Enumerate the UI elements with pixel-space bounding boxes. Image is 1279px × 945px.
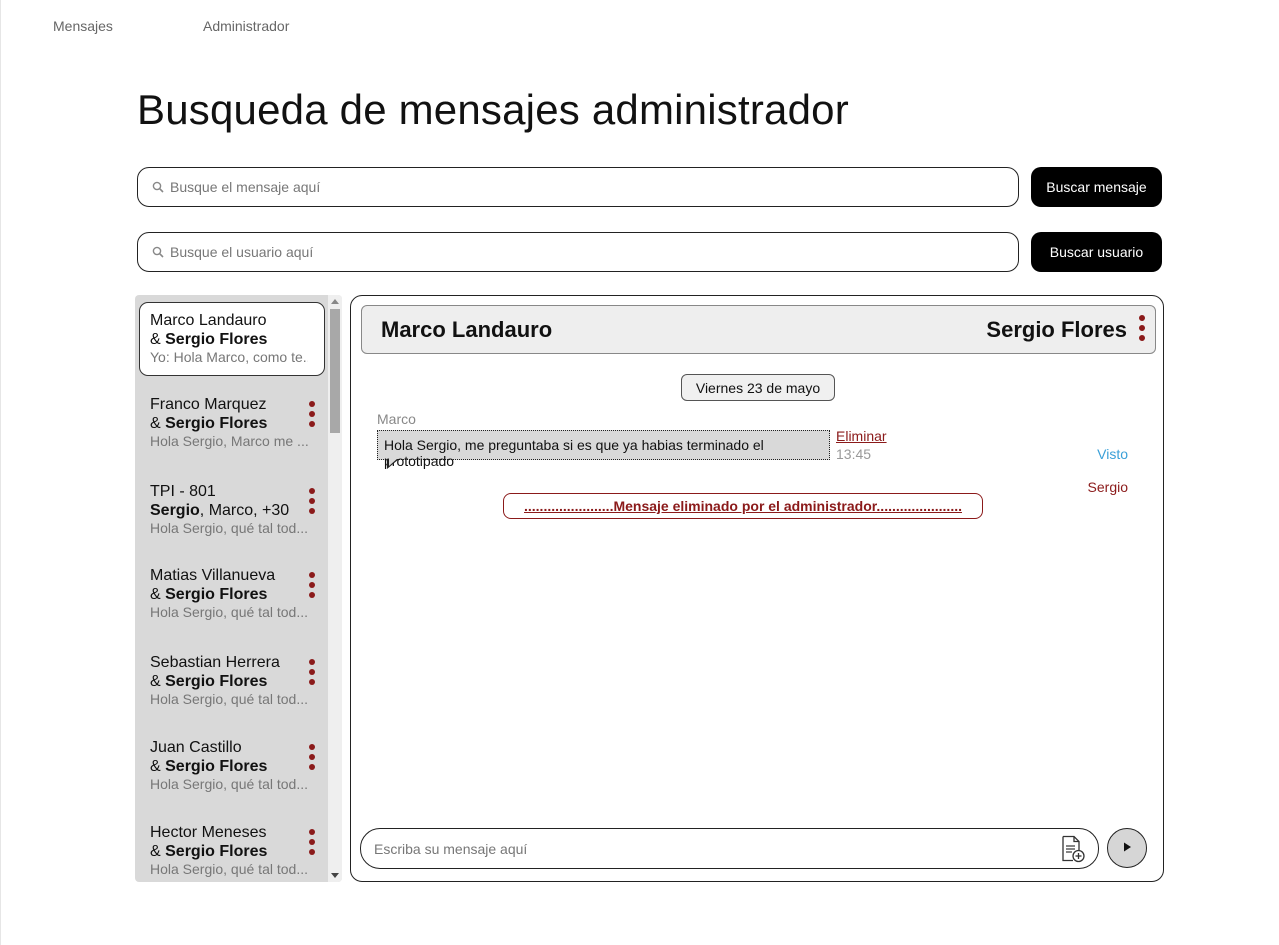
more-vertical-icon[interactable] <box>309 488 315 522</box>
send-icon <box>1121 841 1133 856</box>
scroll-up-icon[interactable] <box>331 299 339 304</box>
scroll-down-icon[interactable] <box>331 873 339 878</box>
user-search-input[interactable] <box>170 244 1018 260</box>
user-search-row: Buscar usuario <box>137 232 1163 272</box>
chat-left-participant: Marco Landauro <box>381 317 553 342</box>
conversation-participants: & Sergio Flores <box>150 586 268 603</box>
conversation-preview: Hola Sergio, qué tal tod... <box>150 776 308 792</box>
conversation-participants: Sergio, Marco, +30 <box>150 502 290 519</box>
conversation-title: Franco Marquez <box>150 396 267 413</box>
more-vertical-icon[interactable] <box>309 572 315 606</box>
more-vertical-icon[interactable] <box>309 829 315 863</box>
conversation-title: Sebastian Herrera <box>150 654 280 671</box>
scroll-thumb[interactable] <box>330 309 340 433</box>
message-sender: Sergio <box>1087 479 1128 495</box>
conversation-title: TPI - 801 <box>150 483 216 500</box>
conversation-preview: Hola Sergio, qué tal tod... <box>150 861 308 877</box>
more-vertical-icon[interactable] <box>309 659 315 693</box>
conversation-preview: Hola Sergio, qué tal tod... <box>150 691 308 707</box>
search-message-button[interactable]: Buscar mensaje <box>1031 167 1162 207</box>
conversation-item[interactable]: TPI - 801 Sergio, Marco, +30 Hola Sergio… <box>139 474 325 548</box>
more-vertical-icon[interactable] <box>1139 315 1145 349</box>
attach-file-icon[interactable] <box>1058 834 1088 864</box>
message-time: 13:45 <box>836 446 872 462</box>
send-button[interactable] <box>1107 828 1147 868</box>
message-search-box[interactable] <box>137 167 1019 207</box>
conversation-preview: Hola Sergio, Marco me ... <box>150 433 308 449</box>
conversation-item[interactable]: Marco Landauro & Sergio Flores Yo: Hola … <box>139 302 325 376</box>
message-composer[interactable] <box>360 828 1099 869</box>
page-title: Busqueda de mensajes administrador <box>137 86 849 133</box>
conversation-preview: Hola Sergio, qué tal tod... <box>150 604 308 620</box>
conversation-title: Juan Castillo <box>150 739 242 756</box>
conversation-scrollbar[interactable] <box>328 295 342 882</box>
message-search-row: Buscar mensaje <box>137 167 1163 207</box>
search-user-button[interactable]: Buscar usuario <box>1031 232 1162 272</box>
conversation-participants: & Sergio Flores <box>150 673 268 690</box>
conversation-preview: Yo: Hola Marco, como te... <box>150 349 308 365</box>
conversation-item[interactable]: Juan Castillo & Sergio Flores Hola Sergi… <box>139 730 325 804</box>
chat-panel: Marco Landauro Sergio Flores Viernes 23 … <box>350 295 1164 882</box>
conversation-title: Marco Landauro <box>150 312 267 329</box>
date-separator: Viernes 23 de mayo <box>681 374 835 401</box>
message-bubble: Hola Sergio, me preguntaba si es que ya … <box>377 430 830 469</box>
conversation-item[interactable]: Hector Meneses & Sergio Flores Hola Serg… <box>139 815 325 882</box>
user-search-box[interactable] <box>137 232 1019 272</box>
message-input[interactable] <box>374 840 1058 857</box>
seen-status: Visto <box>1097 446 1128 462</box>
conversation-preview: Hola Sergio, qué tal tod... <box>150 520 308 536</box>
conversation-participants: & Sergio Flores <box>150 415 268 432</box>
top-nav: Mensajes Administrador <box>53 18 289 34</box>
conversation-title: Matias Villanueva <box>150 567 276 584</box>
chat-right-participant: Sergio Flores <box>986 317 1127 342</box>
conversation-list[interactable]: Marco Landauro & Sergio Flores Yo: Hola … <box>135 295 342 882</box>
deleted-message-notice: .......................Mensaje eliminado… <box>503 493 983 519</box>
conversation-participants: & Sergio Flores <box>150 843 268 860</box>
message-sender: Marco <box>377 411 416 427</box>
more-vertical-icon[interactable] <box>309 744 315 778</box>
nav-mensajes[interactable]: Mensajes <box>53 18 203 34</box>
conversation-item[interactable]: Matias Villanueva & Sergio Flores Hola S… <box>139 558 325 632</box>
conversation-title: Hector Meneses <box>150 824 267 841</box>
chat-header: Marco Landauro Sergio Flores <box>361 305 1156 354</box>
search-icon <box>150 244 166 260</box>
conversation-participants: & Sergio Flores <box>150 331 268 348</box>
more-vertical-icon[interactable] <box>309 401 315 435</box>
conversation-participants: & Sergio Flores <box>150 758 268 775</box>
nav-administrador[interactable]: Administrador <box>203 18 289 34</box>
conversation-item[interactable]: Sebastian Herrera & Sergio Flores Hola S… <box>139 645 325 719</box>
conversation-item[interactable]: Franco Marquez & Sergio Flores Hola Serg… <box>139 387 325 461</box>
search-icon <box>150 179 166 195</box>
message-search-input[interactable] <box>170 179 1018 195</box>
delete-message-link[interactable]: Eliminar <box>836 428 887 444</box>
